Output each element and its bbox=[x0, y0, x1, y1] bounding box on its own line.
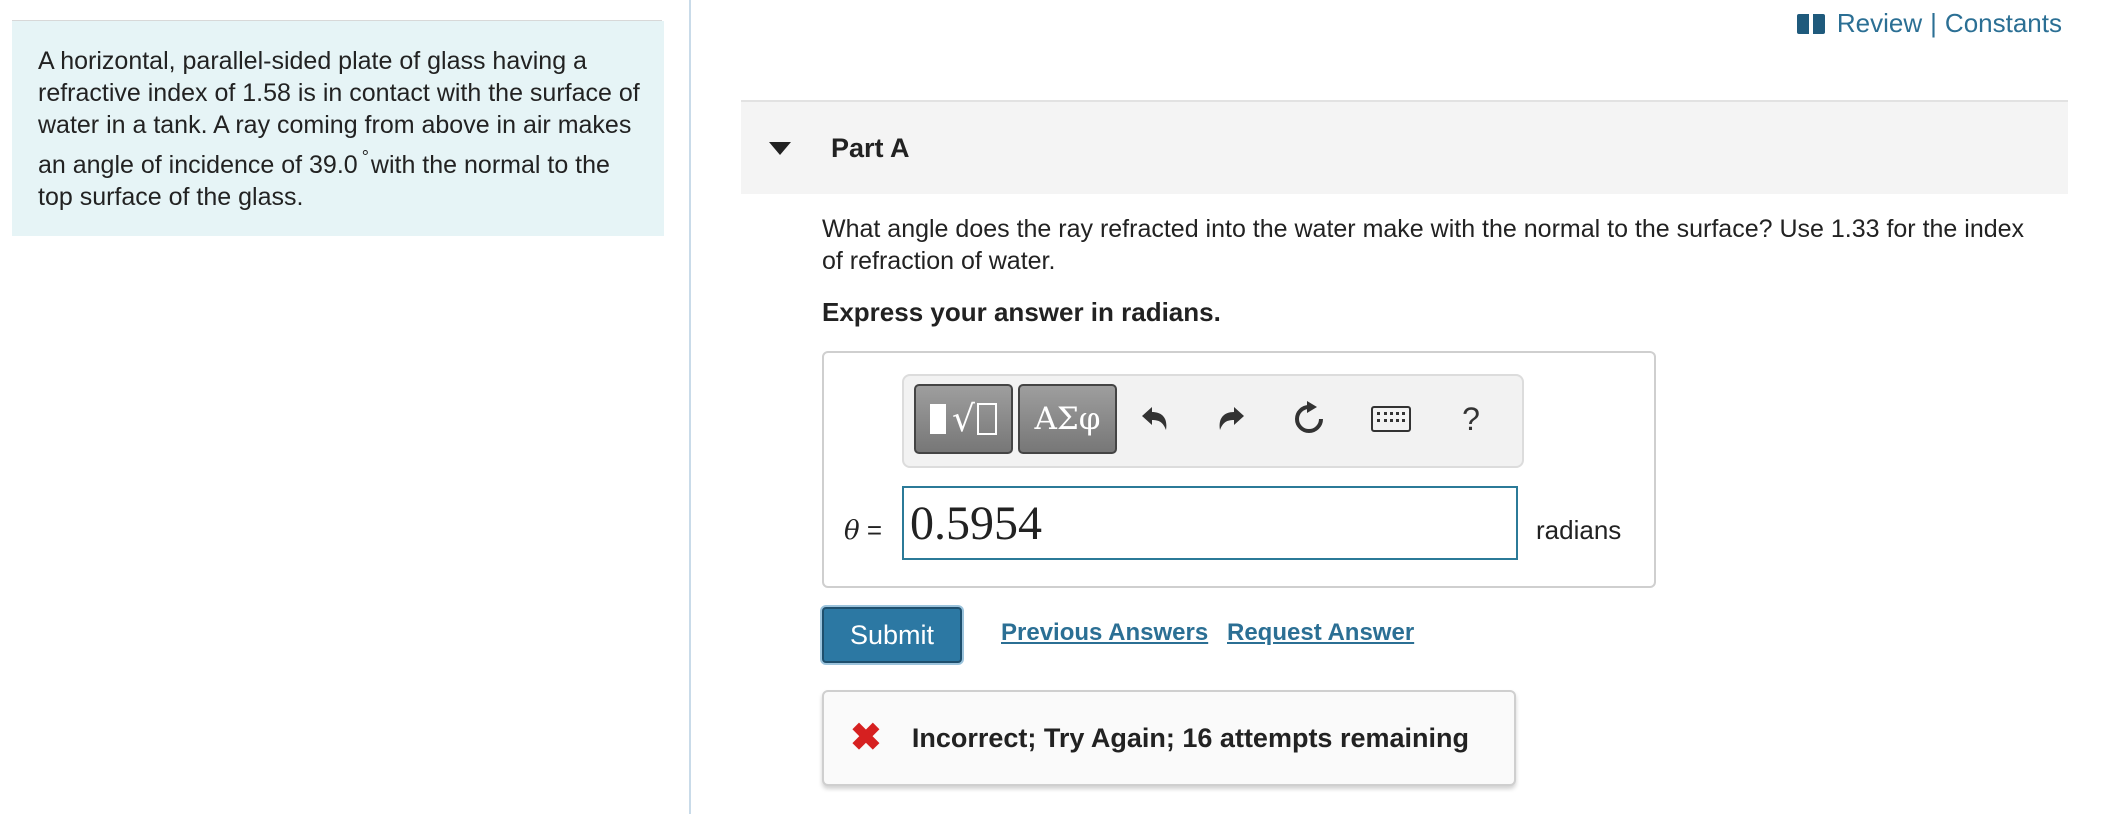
undo-icon[interactable] bbox=[1130, 396, 1180, 442]
top-links: Review | Constants bbox=[1796, 8, 2062, 39]
reset-icon[interactable] bbox=[1284, 396, 1334, 442]
theta-symbol: θ bbox=[844, 516, 860, 546]
equals-sign: = bbox=[866, 515, 883, 545]
problem-statement: A horizontal, parallel-sided plate of gl… bbox=[12, 21, 664, 236]
templates-icon[interactable]: √ bbox=[914, 384, 1013, 454]
previous-answers-link[interactable]: Previous Answers bbox=[1001, 619, 1208, 647]
redo-icon[interactable] bbox=[1206, 396, 1256, 442]
degree-symbol: ° bbox=[361, 147, 369, 167]
part-title: Part A bbox=[831, 132, 910, 163]
panel-divider bbox=[689, 0, 691, 814]
feedback-box: ✖ Incorrect; Try Again; 16 attempts rema… bbox=[822, 690, 1516, 786]
answer-variable-label: θ = bbox=[844, 515, 882, 546]
answer-units: radians bbox=[1536, 515, 1622, 545]
review-link[interactable]: Review bbox=[1837, 8, 1922, 39]
x-icon: ✖ bbox=[850, 717, 882, 759]
feedback-message: Incorrect; Try Again; 16 attempts remain… bbox=[911, 722, 1469, 753]
answer-instruction: Express your answer in radians. bbox=[822, 297, 1221, 327]
help-icon[interactable]: ? bbox=[1446, 396, 1496, 442]
request-answer-link[interactable]: Request Answer bbox=[1227, 619, 1414, 647]
submit-button[interactable]: Submit bbox=[822, 607, 962, 663]
greek-letters-button[interactable]: ΑΣφ bbox=[1018, 384, 1117, 454]
part-a-header[interactable]: Part A bbox=[741, 100, 2068, 194]
answer-box: √ ΑΣφ ? θ = radians bbox=[822, 351, 1656, 588]
math-toolbar: √ ΑΣφ ? bbox=[902, 374, 1524, 468]
answer-input[interactable] bbox=[902, 486, 1518, 560]
book-icon bbox=[1796, 13, 1825, 34]
keyboard-icon[interactable] bbox=[1366, 396, 1416, 442]
question-text: What angle does the ray refracted into t… bbox=[822, 215, 2025, 275]
constants-link[interactable]: Constants bbox=[1945, 8, 2062, 39]
link-separator: | bbox=[1930, 8, 1937, 38]
collapse-caret-icon[interactable] bbox=[769, 141, 791, 155]
